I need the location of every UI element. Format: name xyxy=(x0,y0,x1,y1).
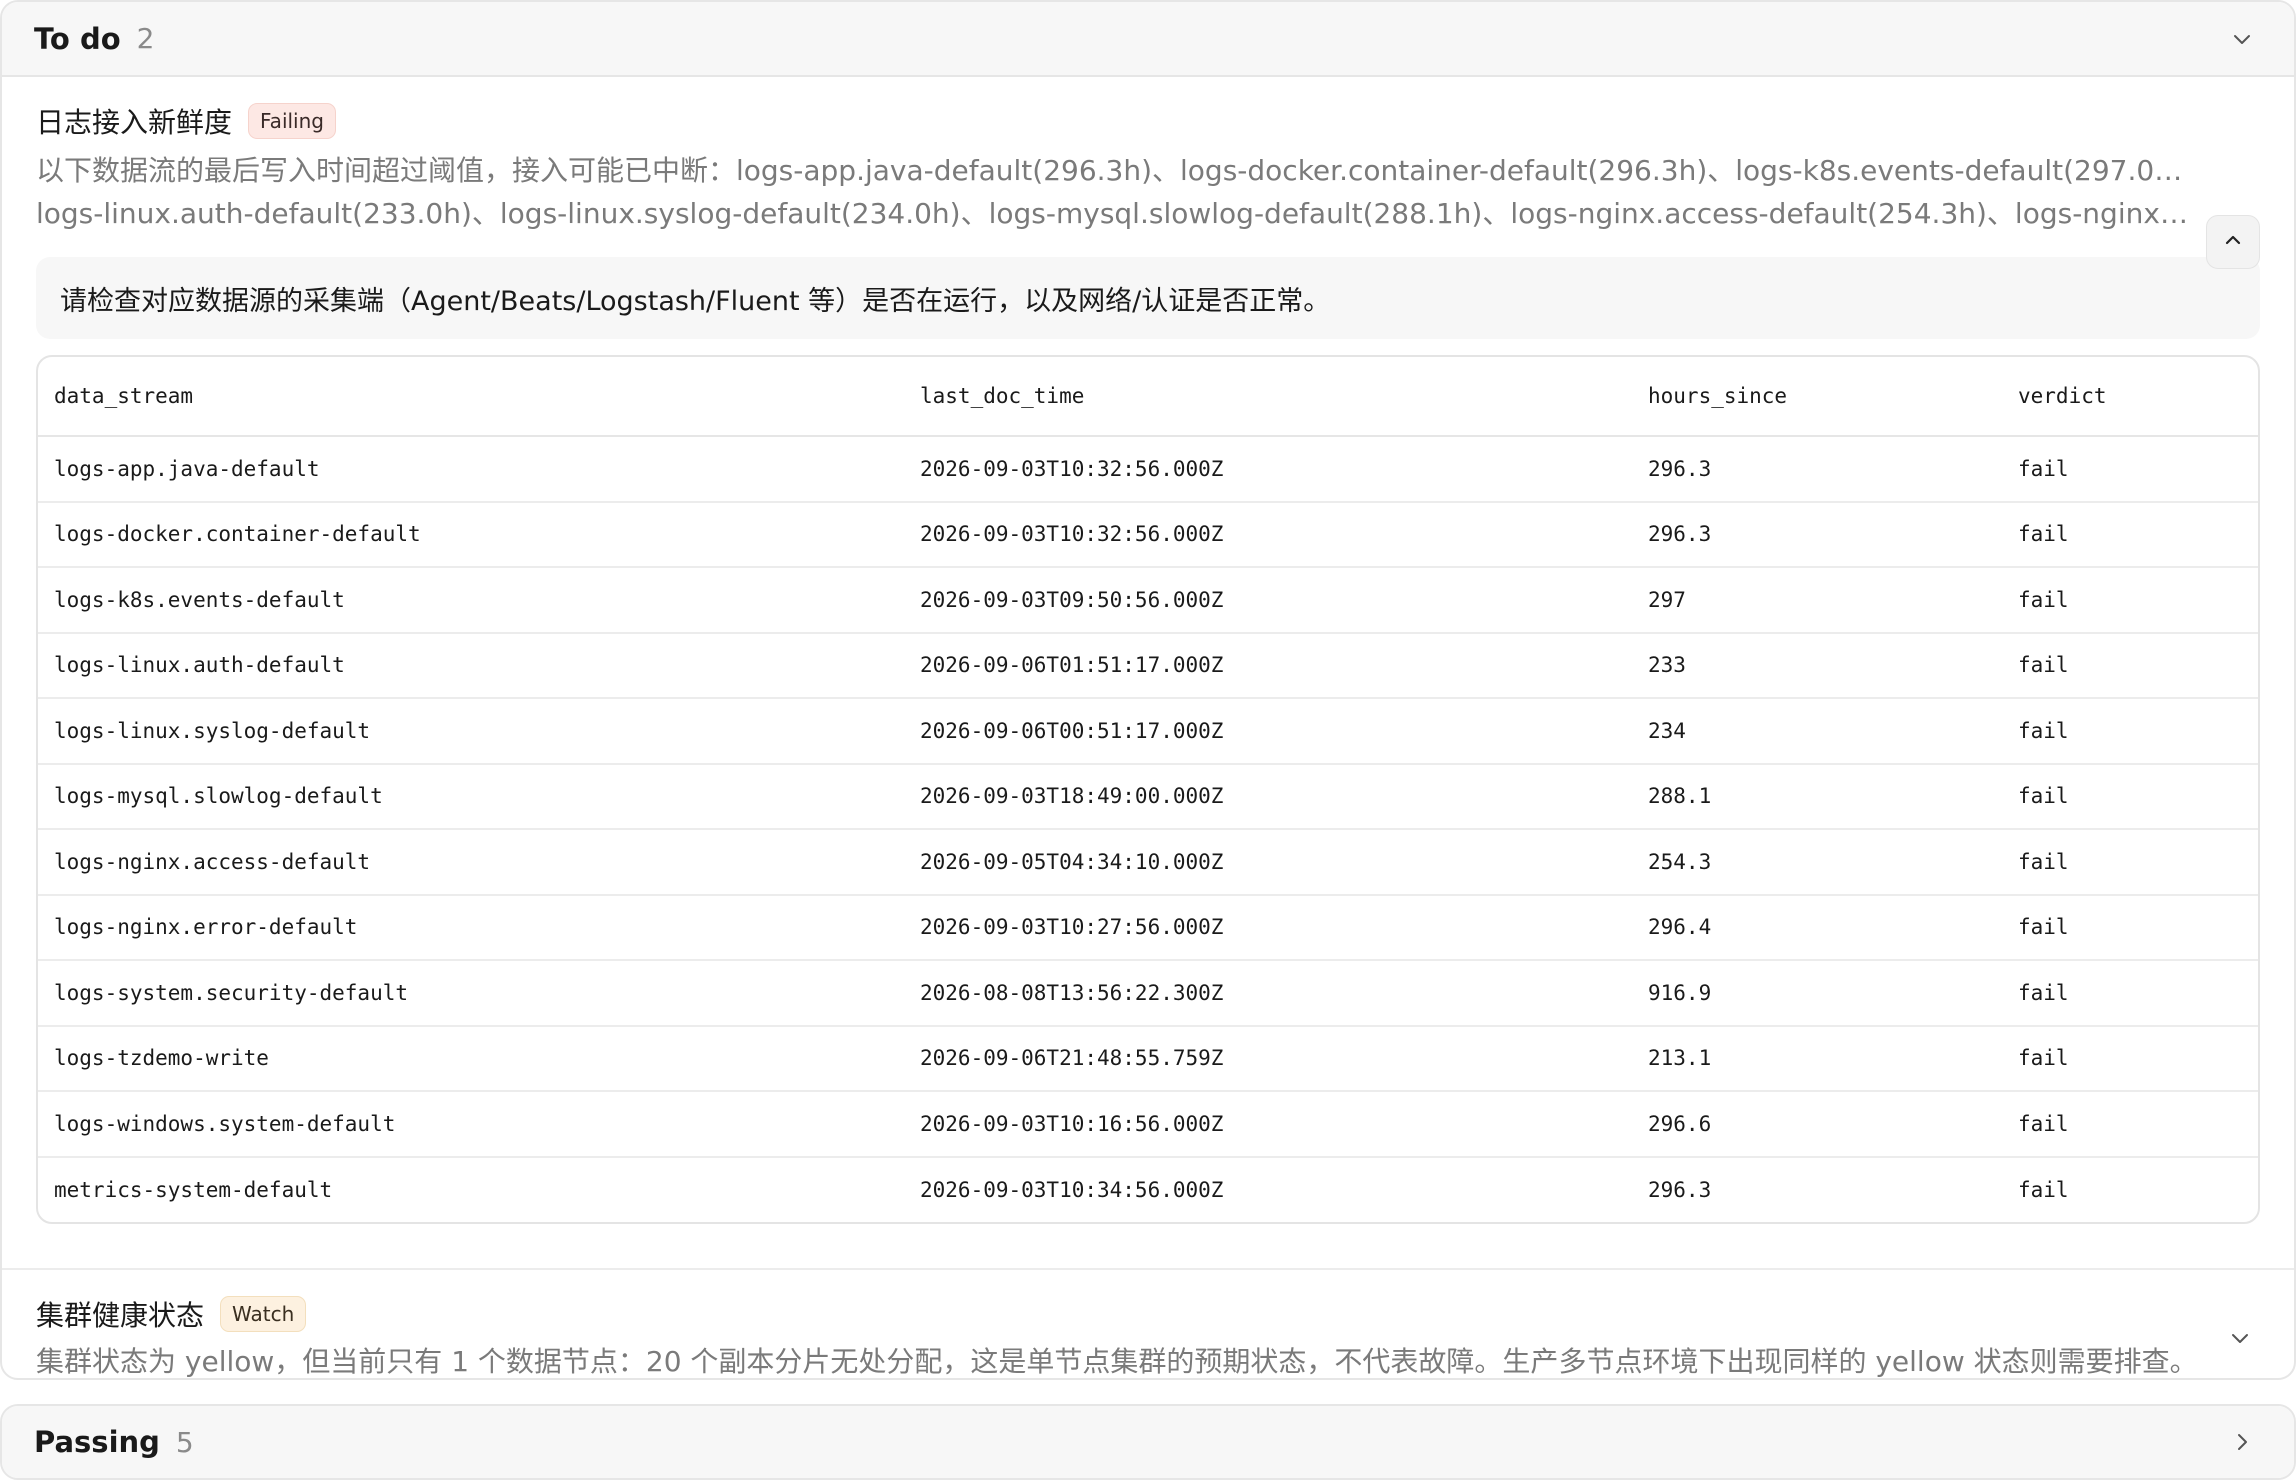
table-row: logs-system.security-default 2026-08-08T1… xyxy=(38,960,2258,1027)
cell-data-stream: logs-docker.container-default xyxy=(38,501,904,568)
todo-section-title: To do xyxy=(34,21,121,56)
cell-last-doc-time: 2026-09-03T10:32:56.000Z xyxy=(904,436,1632,503)
cell-last-doc-time: 2026-09-06T21:48:55.759Z xyxy=(904,1025,1632,1092)
cell-verdict: fail xyxy=(2002,1091,2258,1158)
cell-verdict: fail xyxy=(2002,698,2258,765)
table-row: logs-windows.system-default 2026-09-03T10… xyxy=(38,1091,2258,1158)
column-header-data-stream: data_stream xyxy=(38,357,904,437)
table-row: logs-tzdemo-write 2026-09-06T21:48:55.759… xyxy=(38,1025,2258,1092)
cell-data-stream: logs-system.security-default xyxy=(38,960,904,1027)
cell-data-stream: logs-tzdemo-write xyxy=(38,1025,904,1092)
cell-hours-since: 297 xyxy=(1632,567,2002,634)
data-stream-table: data_stream last_doc_time hours_since ve… xyxy=(36,355,2260,1224)
chevron-up-icon xyxy=(2221,228,2245,256)
cell-data-stream: logs-linux.auth-default xyxy=(38,632,904,699)
cell-verdict: fail xyxy=(2002,829,2258,896)
cell-verdict: fail xyxy=(2002,763,2258,830)
cell-data-stream: logs-mysql.slowlog-default xyxy=(38,763,904,830)
cell-verdict: fail xyxy=(2002,960,2258,1027)
check-item-log-freshness: 日志接入新鲜度 Failing 以下数据流的最后写入时间超过阈值，接入可能已中断… xyxy=(2,77,2294,1270)
cell-data-stream: logs-linux.syslog-default xyxy=(38,698,904,765)
column-header-verdict: verdict xyxy=(2002,357,2258,437)
cell-data-stream: logs-k8s.events-default xyxy=(38,567,904,634)
cell-data-stream: logs-app.java-default xyxy=(38,436,904,503)
remediation-hint: 请检查对应数据源的采集端（Agent/Beats/Logstash/Fluent… xyxy=(36,257,2260,339)
cell-hours-since: 296.4 xyxy=(1632,894,2002,961)
cell-last-doc-time: 2026-09-03T10:27:56.000Z xyxy=(904,894,1632,961)
check-description: 以下数据流的最后写入时间超过阈值，接入可能已中断：logs-app.java-d… xyxy=(36,149,2196,235)
table-row: logs-linux.auth-default 2026-09-06T01:51:… xyxy=(38,632,2258,699)
check-description: 集群状态为 yellow，但当前只有 1 个数据节点：20 个副本分片无处分配，… xyxy=(36,1345,2198,1378)
cell-hours-since: 254.3 xyxy=(1632,829,2002,896)
cell-verdict: fail xyxy=(2002,894,2258,961)
cell-hours-since: 296.3 xyxy=(1648,1177,1712,1202)
cell-hours-since: 288.1 xyxy=(1632,763,2002,830)
passing-section-title: Passing xyxy=(34,1425,160,1459)
table-row: logs-nginx.error-default 2026-09-03T10:27… xyxy=(38,894,2258,961)
todo-section: To do 2 日志接入新鲜度 Failing 以下数据流的最后写入时间超过阈值… xyxy=(0,0,2296,1380)
cell-last-doc-time: 2026-08-08T13:56:22.300Z xyxy=(904,960,1632,1027)
chevron-right-icon[interactable] xyxy=(2222,1422,2262,1462)
cell-hours-since: 233 xyxy=(1632,632,2002,699)
cell-last-doc-time: 2026-09-03T18:49:00.000Z xyxy=(904,763,1632,830)
check-title: 日志接入新鲜度 xyxy=(36,106,233,139)
check-item-cluster-health[interactable]: 集群健康状态 Watch 集群状态为 yellow，但当前只有 1 个数据节点：… xyxy=(2,1270,2294,1378)
cell-data-stream: metrics-system-default xyxy=(54,1177,333,1202)
cell-last-doc-time: 2026-09-06T00:51:17.000Z xyxy=(904,698,1632,765)
passing-section-count: 5 xyxy=(175,1425,194,1459)
check-description-line-1: 以下数据流的最后写入时间超过阈值，接入可能已中断：logs-app.java-d… xyxy=(36,154,2196,187)
table-row: logs-linux.syslog-default 2026-09-06T00:5… xyxy=(38,698,2258,765)
todo-section-header[interactable]: To do 2 xyxy=(2,2,2294,77)
column-header-last-doc-time: last_doc_time xyxy=(904,357,1632,437)
cell-last-doc-time: 2026-09-03T10:34:56.000Z xyxy=(920,1177,1224,1202)
cell-last-doc-time: 2026-09-03T10:32:56.000Z xyxy=(904,501,1632,568)
cell-data-stream: logs-nginx.error-default xyxy=(38,894,904,961)
cell-verdict: fail xyxy=(2018,1177,2069,1202)
cell-verdict: fail xyxy=(2002,632,2258,699)
status-badge-failing: Failing xyxy=(248,103,336,139)
table-row: logs-nginx.access-default 2026-09-05T04:3… xyxy=(38,829,2258,896)
table-row: logs-docker.container-default 2026-09-03T… xyxy=(38,501,2258,568)
cell-data-stream: logs-windows.system-default xyxy=(38,1091,904,1158)
expand-button[interactable] xyxy=(2220,1320,2260,1360)
todo-section-count: 2 xyxy=(136,22,155,55)
cell-last-doc-time: 2026-09-06T01:51:17.000Z xyxy=(904,632,1632,699)
cell-verdict: fail xyxy=(2002,501,2258,568)
status-badge-watch: Watch xyxy=(220,1296,307,1332)
cell-last-doc-time: 2026-09-03T10:16:56.000Z xyxy=(904,1091,1632,1158)
cell-data-stream: logs-nginx.access-default xyxy=(38,829,904,896)
cell-hours-since: 296.6 xyxy=(1632,1091,2002,1158)
cell-verdict: fail xyxy=(2002,436,2258,503)
table-row: logs-app.java-default 2026-09-03T10:32:56… xyxy=(38,436,2258,503)
table-header-row: data_stream last_doc_time hours_since ve… xyxy=(38,357,2258,437)
cell-verdict: fail xyxy=(2002,567,2258,634)
table-row: logs-mysql.slowlog-default 2026-09-03T18:… xyxy=(38,763,2258,830)
check-description-line-2: logs-linux.auth-default(233.0h)、logs-lin… xyxy=(36,197,2196,230)
cell-hours-since: 296.3 xyxy=(1632,501,2002,568)
table-row: metrics-system-default 2026-09-03T10:34:5… xyxy=(38,1157,2258,1223)
collapse-button[interactable] xyxy=(2206,215,2260,269)
cell-hours-since: 296.3 xyxy=(1632,436,2002,503)
passing-section-header[interactable]: Passing 5 xyxy=(2,1406,2294,1478)
table-row: logs-k8s.events-default 2026-09-03T09:50:… xyxy=(38,567,2258,634)
chevron-down-icon xyxy=(2228,1326,2252,1354)
check-title: 集群健康状态 xyxy=(36,1299,205,1332)
passing-section: Passing 5 xyxy=(0,1404,2296,1480)
cell-verdict: fail xyxy=(2002,1025,2258,1092)
cell-last-doc-time: 2026-09-03T09:50:56.000Z xyxy=(904,567,1632,634)
cell-hours-since: 234 xyxy=(1632,698,2002,765)
cell-hours-since: 213.1 xyxy=(1632,1025,2002,1092)
column-header-hours-since: hours_since xyxy=(1632,357,2002,437)
chevron-down-icon[interactable] xyxy=(2222,19,2262,59)
cell-last-doc-time: 2026-09-05T04:34:10.000Z xyxy=(904,829,1632,896)
cell-hours-since: 916.9 xyxy=(1632,960,2002,1027)
